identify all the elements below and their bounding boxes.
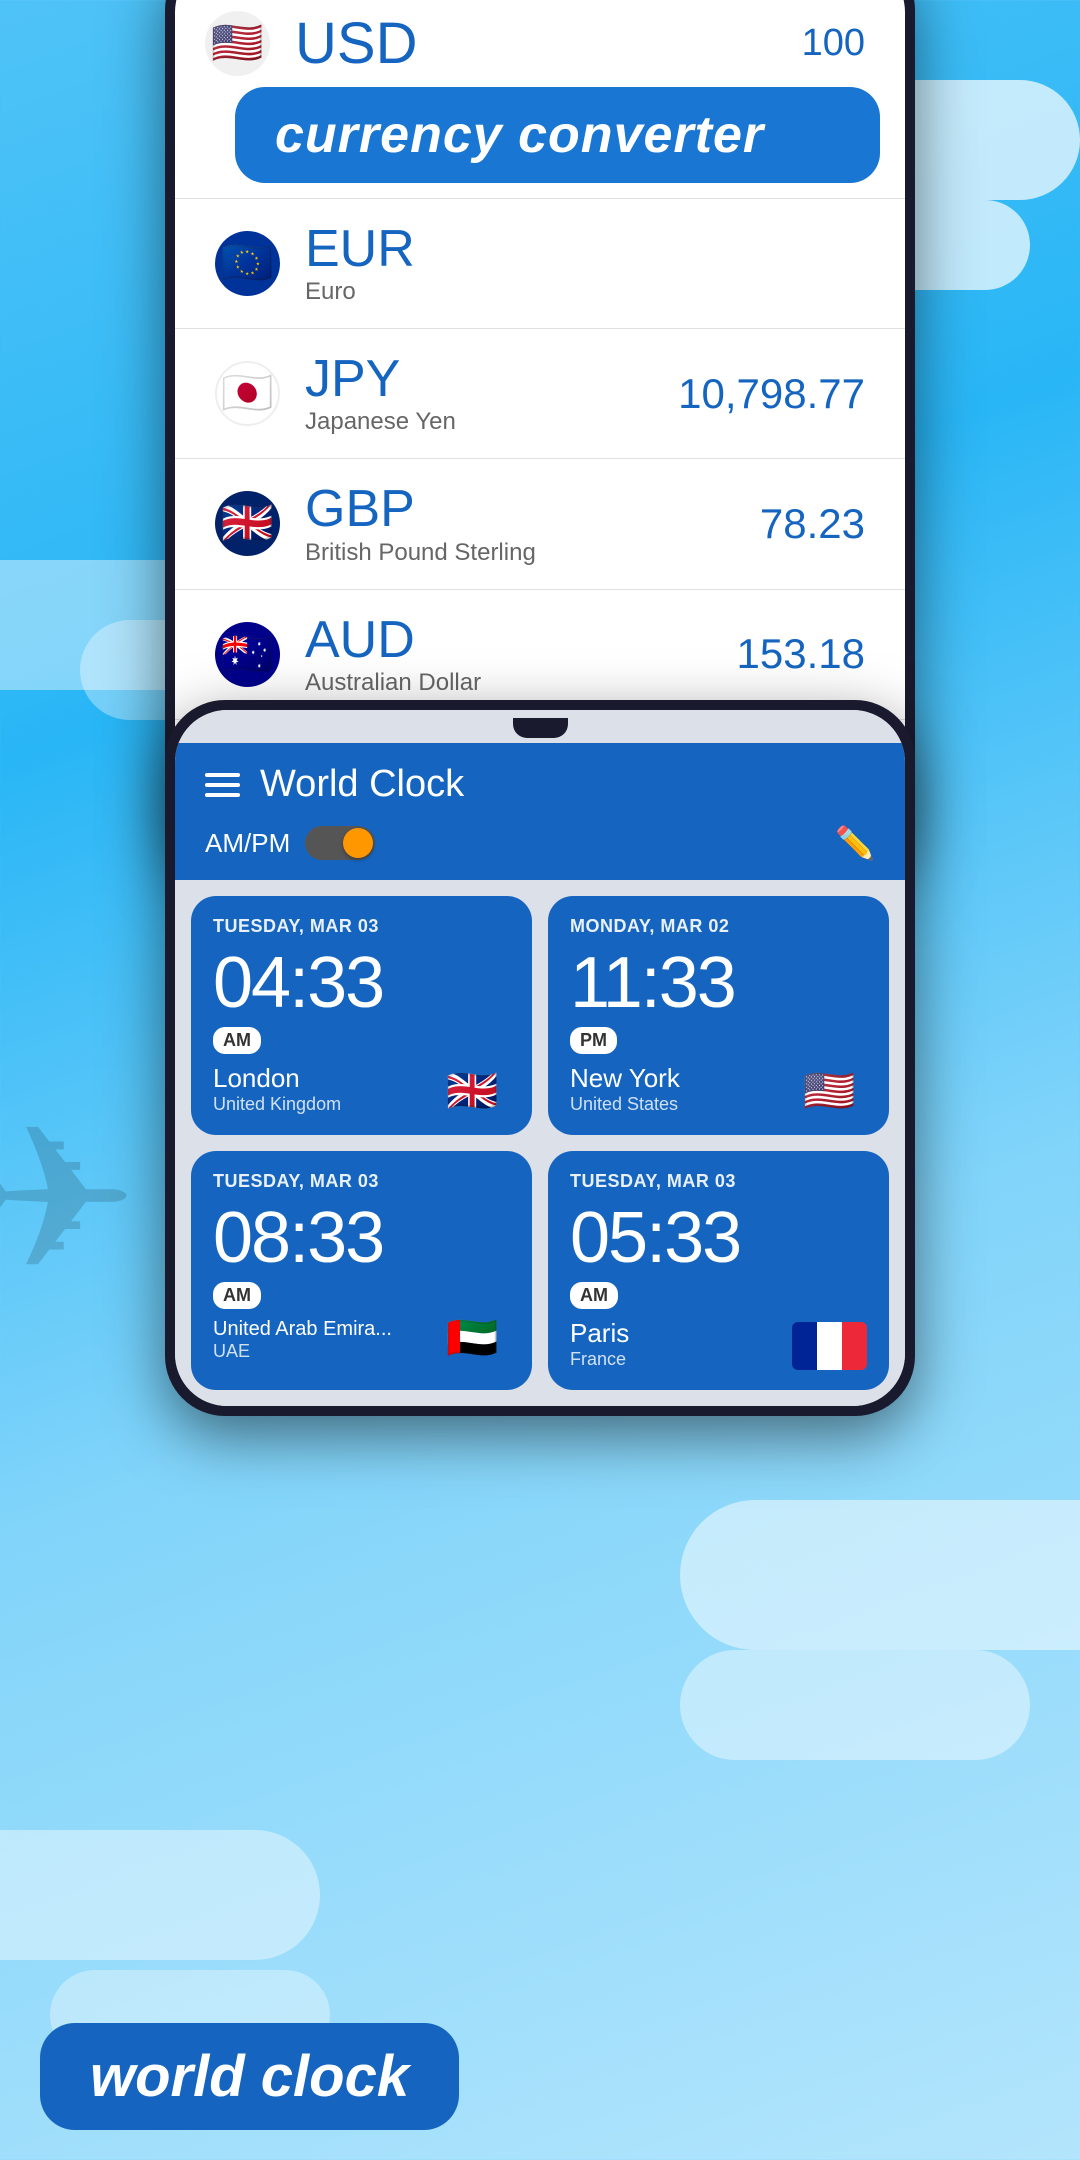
jpy-row[interactable]: 🇯🇵 JPY Japanese Yen 10,798.77: [175, 328, 905, 458]
clock-card-newyork[interactable]: MONDAY, MAR 02 11:33 PM New York United …: [548, 896, 889, 1135]
ampm-toggle[interactable]: [305, 826, 375, 860]
ampm-label: AM/PM: [205, 828, 290, 859]
newyork-flag: 🇺🇸: [792, 1067, 867, 1115]
uae-time: 08:33: [213, 1202, 510, 1274]
london-flag: 🇬🇧: [435, 1067, 510, 1115]
phone-notch-area: [175, 710, 905, 743]
world-clock-phone: World Clock AM/PM ✏️ TUESDAY, MAR 03: [165, 700, 915, 1416]
clock-card-london[interactable]: TUESDAY, MAR 03 04:33 AM London United K…: [191, 896, 532, 1135]
usd-flag: 🇺🇸: [205, 11, 270, 76]
uae-ampm: AM: [213, 1282, 261, 1309]
london-ampm: AM: [213, 1027, 261, 1054]
currency-banner-text: currency converter: [275, 106, 764, 164]
france-red: [842, 1322, 867, 1370]
gbp-flag: 🇬🇧: [215, 491, 280, 556]
london-country: United Kingdom: [213, 1094, 435, 1115]
hamburger-menu[interactable]: [205, 773, 240, 797]
paris-country: France: [570, 1349, 792, 1370]
uae-date: TUESDAY, MAR 03: [213, 1171, 510, 1192]
uae-city: United Arab Emira...: [213, 1318, 435, 1341]
usd-value: 100: [802, 22, 865, 65]
paris-ampm: AM: [570, 1282, 618, 1309]
paris-flag: [792, 1322, 867, 1370]
london-date: TUESDAY, MAR 03: [213, 916, 510, 937]
paris-date: TUESDAY, MAR 03: [570, 1171, 867, 1192]
notch: [513, 718, 568, 738]
clock-card-paris[interactable]: TUESDAY, MAR 03 05:33 AM Paris France: [548, 1151, 889, 1390]
world-clock-label-text: world clock: [90, 2044, 409, 2109]
paris-city: Paris: [570, 1318, 792, 1349]
toggle-knob: [343, 828, 373, 858]
eur-code: EUR: [305, 221, 865, 278]
aud-value: 153.18: [737, 630, 865, 678]
eur-name: Euro: [305, 278, 865, 306]
newyork-date: MONDAY, MAR 02: [570, 916, 867, 937]
jpy-value: 10,798.77: [678, 370, 865, 418]
gbp-name: British Pound Sterling: [305, 539, 760, 567]
eur-row[interactable]: 🇪🇺 EUR Euro: [175, 198, 905, 328]
gbp-value: 78.23: [760, 500, 865, 548]
aud-code: AUD: [305, 612, 737, 669]
clock-grid: TUESDAY, MAR 03 04:33 AM London United K…: [175, 880, 905, 1406]
clock-card-uae[interactable]: TUESDAY, MAR 03 08:33 AM United Arab Emi…: [191, 1151, 532, 1390]
jpy-flag: 🇯🇵: [215, 361, 280, 426]
world-clock-title: World Clock: [260, 763, 464, 806]
eur-flag: 🇪🇺: [215, 231, 280, 296]
london-time: 04:33: [213, 947, 510, 1019]
jpy-name: Japanese Yen: [305, 408, 678, 436]
uae-flag: 🇦🇪: [435, 1314, 510, 1362]
france-blue: [792, 1322, 817, 1370]
newyork-country: United States: [570, 1094, 792, 1115]
uae-country: UAE: [213, 1341, 435, 1362]
newyork-time: 11:33: [570, 947, 867, 1019]
london-city: London: [213, 1063, 435, 1094]
world-clock-header: World Clock AM/PM ✏️: [175, 743, 905, 880]
gbp-row[interactable]: 🇬🇧 GBP British Pound Sterling 78.23: [175, 458, 905, 588]
currency-converter-banner: currency converter: [235, 87, 880, 183]
usd-code: USD: [295, 10, 802, 77]
newyork-ampm: PM: [570, 1027, 617, 1054]
aud-flag: 🇦🇺: [215, 622, 280, 687]
jpy-code: JPY: [305, 351, 678, 408]
edit-button[interactable]: ✏️: [835, 824, 875, 862]
world-clock-label: world clock: [40, 2023, 459, 2130]
france-white: [817, 1322, 842, 1370]
usd-header-row: 🇺🇸 USD 100: [175, 0, 905, 87]
paris-time: 05:33: [570, 1202, 867, 1274]
gbp-code: GBP: [305, 481, 760, 538]
newyork-city: New York: [570, 1063, 792, 1094]
aud-name: Australian Dollar: [305, 669, 737, 697]
